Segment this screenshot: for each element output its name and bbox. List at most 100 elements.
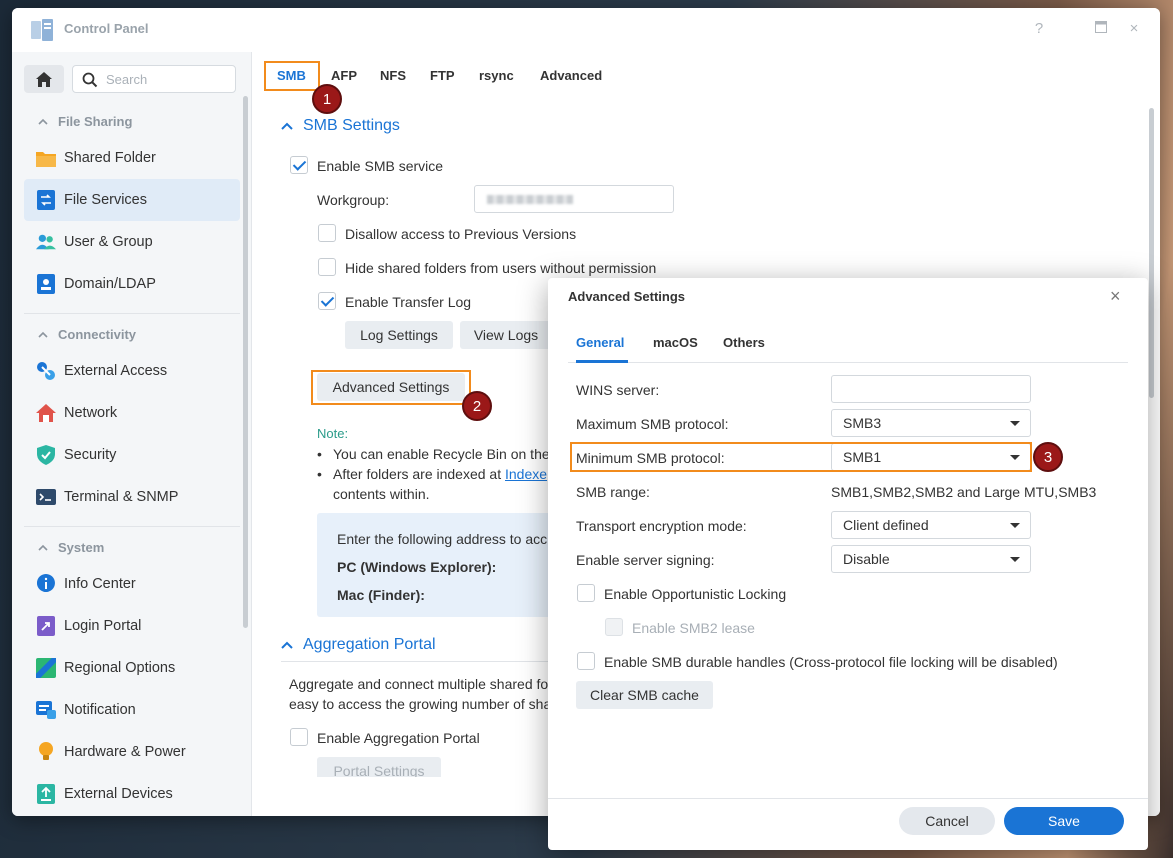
transfer-log-checkbox[interactable] [318,292,336,310]
control-panel-icon [31,19,53,41]
group-file-sharing[interactable]: File Sharing [38,114,132,129]
bulb-icon [36,742,56,762]
disallow-prev-checkbox[interactable] [318,224,336,242]
sidebar-item-shared-folder[interactable]: Shared Folder [24,137,240,179]
search-input[interactable]: Search [72,65,236,93]
group-connectivity[interactable]: Connectivity [38,327,136,342]
chevron-up-icon [38,331,48,338]
view-logs-button[interactable]: View Logs [460,321,552,349]
external-access-icon [36,361,56,381]
regional-icon [36,658,56,678]
sidebar-item-security[interactable]: Security [24,434,240,476]
note-line-1: You can enable Recycle Bin on the [333,446,550,462]
max-protocol-label: Maximum SMB protocol: [576,416,729,432]
folder-icon [36,148,56,168]
indexing-link[interactable]: Indexe [505,466,547,482]
login-portal-icon [36,616,56,636]
note-bullet: • [317,446,322,462]
tab-general[interactable]: General [576,335,624,350]
sidebar-item-regional-options[interactable]: Regional Options [24,647,240,689]
durable-handles-label: Enable SMB durable handles (Cross-protoc… [604,654,1058,670]
smb-range-label: SMB range: [576,484,650,500]
workgroup-input[interactable] [474,185,674,213]
sidebar-item-hardware-power[interactable]: Hardware & Power [24,731,240,773]
tab-afp[interactable]: AFP [331,68,357,83]
group-system[interactable]: System [38,540,104,555]
sidebar-item-user-group[interactable]: User & Group [24,221,240,263]
tab-nfs[interactable]: NFS [380,68,406,83]
terminal-icon [36,487,56,507]
cancel-button[interactable]: Cancel [899,807,995,835]
wins-input[interactable] [831,375,1031,403]
enable-aggregation-checkbox[interactable] [290,728,308,746]
highlight-smb-tab [264,61,320,91]
workgroup-label: Workgroup: [317,192,390,208]
domain-icon [36,274,56,294]
save-button[interactable]: Save [1004,807,1124,835]
title-bar: Control Panel ? × [12,8,1160,52]
sidebar-item-notification[interactable]: Notification [24,689,240,731]
tab-macos[interactable]: macOS [653,335,698,350]
pc-address-label: PC (Windows Explorer): [337,559,497,575]
note-line-2: After folders are indexed at Indexe [333,466,548,482]
dialog-title: Advanced Settings [568,289,686,304]
disallow-prev-label: Disallow access to Previous Versions [345,226,577,242]
enable-aggregation-label: Enable Aggregation Portal [317,730,480,746]
sidebar-item-domain-ldap[interactable]: Domain/LDAP [24,263,240,305]
aggregation-portal-header[interactable]: Aggregation Portal [281,636,436,654]
transport-encryption-select[interactable]: Client defined [831,511,1031,539]
sidebar-item-login-portal[interactable]: Login Portal [24,605,240,647]
server-signing-select[interactable]: Disable [831,545,1031,573]
info-icon [36,574,56,594]
sidebar-item-external-access[interactable]: External Access [24,350,240,392]
sidebar-item-external-devices[interactable]: External Devices [24,773,240,815]
log-settings-button[interactable]: Log Settings [345,321,453,349]
sidebar-item-info-center[interactable]: Info Center [24,563,240,605]
sidebar-item-file-services[interactable]: File Services [24,179,240,221]
sidebar-divider [24,313,240,314]
note-title: Note: [317,426,349,441]
highlight-min-protocol [570,442,1032,472]
tab-others[interactable]: Others [723,335,765,350]
step-badge-3: 3 [1033,442,1063,472]
smb2-lease-checkbox[interactable] [605,618,623,636]
sidebar-item-terminal-snmp[interactable]: Terminal & SNMP [24,476,240,518]
home-button[interactable] [24,65,64,93]
shield-icon [36,445,56,465]
tab-advanced[interactable]: Advanced [540,68,602,83]
enable-smb-checkbox[interactable] [290,156,308,174]
maximize-icon[interactable] [1092,20,1110,37]
transport-encryption-label: Transport encryption mode: [576,518,747,534]
sidebar: Search File Sharing Shared Folder File S… [12,52,252,816]
window-title: Control Panel [64,21,149,36]
notification-icon [36,700,56,720]
sidebar-item-network[interactable]: Network [24,392,240,434]
wins-label: WINS server: [576,382,660,398]
tab-ftp[interactable]: FTP [430,68,455,83]
advanced-settings-dialog: Advanced Settings × General macOS Others… [548,278,1148,850]
clear-smb-cache-button[interactable]: Clear SMB cache [576,681,713,709]
server-signing-label: Enable server signing: [576,552,715,568]
tab-rsync[interactable]: rsync [479,68,514,83]
main-scrollbar[interactable] [1149,108,1154,398]
section-divider [281,661,561,662]
step-badge-1: 1 [312,84,342,114]
hide-shared-label: Hide shared folders from users without p… [345,260,657,276]
sidebar-scrollbar[interactable] [243,96,248,628]
oplock-checkbox[interactable] [577,584,595,602]
smb-range-value: SMB1,SMB2,SMB2 and Large MTU,SMB3 [831,484,1097,500]
enable-smb-label: Enable SMB service [317,158,444,174]
oplock-label: Enable Opportunistic Locking [604,586,787,602]
search-placeholder: Search [106,72,148,87]
close-icon[interactable]: × [1110,286,1121,307]
network-icon [36,403,56,423]
mac-address-label: Mac (Finder): [337,587,425,603]
close-window-icon[interactable]: × [1125,20,1143,37]
help-icon[interactable]: ? [1030,20,1048,37]
note-line-3: contents within. [333,486,430,502]
durable-handles-checkbox[interactable] [577,652,595,670]
hide-shared-checkbox[interactable] [318,258,336,276]
smb-settings-header[interactable]: SMB Settings [281,117,400,135]
max-protocol-select[interactable]: SMB3 [831,409,1031,437]
users-icon [36,232,56,252]
